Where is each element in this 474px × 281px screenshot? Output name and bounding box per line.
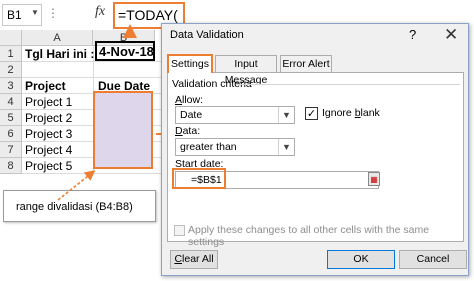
cancel-button[interactable]: Cancel [399,250,467,269]
help-icon[interactable]: ? [409,27,416,42]
data-select[interactable]: greater than ▼ [175,138,295,156]
data-select-value: greater than [180,141,237,153]
ignore-blank-label[interactable]: Ignore blank [322,107,380,119]
allow-select-value: Date [180,109,203,121]
tab-settings[interactable]: Settings [167,54,213,73]
allow-select[interactable]: Date ▼ [175,106,295,124]
start-date-highlight [172,168,226,189]
checkmark-icon: ✓ [306,108,317,120]
apply-all-checkbox[interactable] [174,225,185,236]
tab-input-message[interactable]: Input Message [215,55,277,86]
chevron-down-icon[interactable]: ▼ [278,107,294,123]
criteria-divider [236,84,460,85]
range-selector-icon[interactable]: ▦ [368,172,380,186]
clear-all-button[interactable]: Clear All [170,250,218,269]
close-icon[interactable]: ✕ [444,25,458,45]
data-validation-dialog: Data Validation ? ✕ Settings Input Messa… [161,23,469,276]
apply-all-label: Apply these changes to all other cells w… [188,224,430,248]
settings-panel [167,72,464,242]
ok-button[interactable]: OK [327,250,395,269]
dialog-title: Data Validation [170,29,244,41]
allow-label: Allow: [175,94,204,106]
tab-error-alert[interactable]: Error Alert [280,55,332,72]
ignore-blank-checkbox[interactable]: ✓ [305,107,318,120]
data-label: Data: [175,125,201,137]
chevron-down-icon[interactable]: ▼ [278,139,294,155]
